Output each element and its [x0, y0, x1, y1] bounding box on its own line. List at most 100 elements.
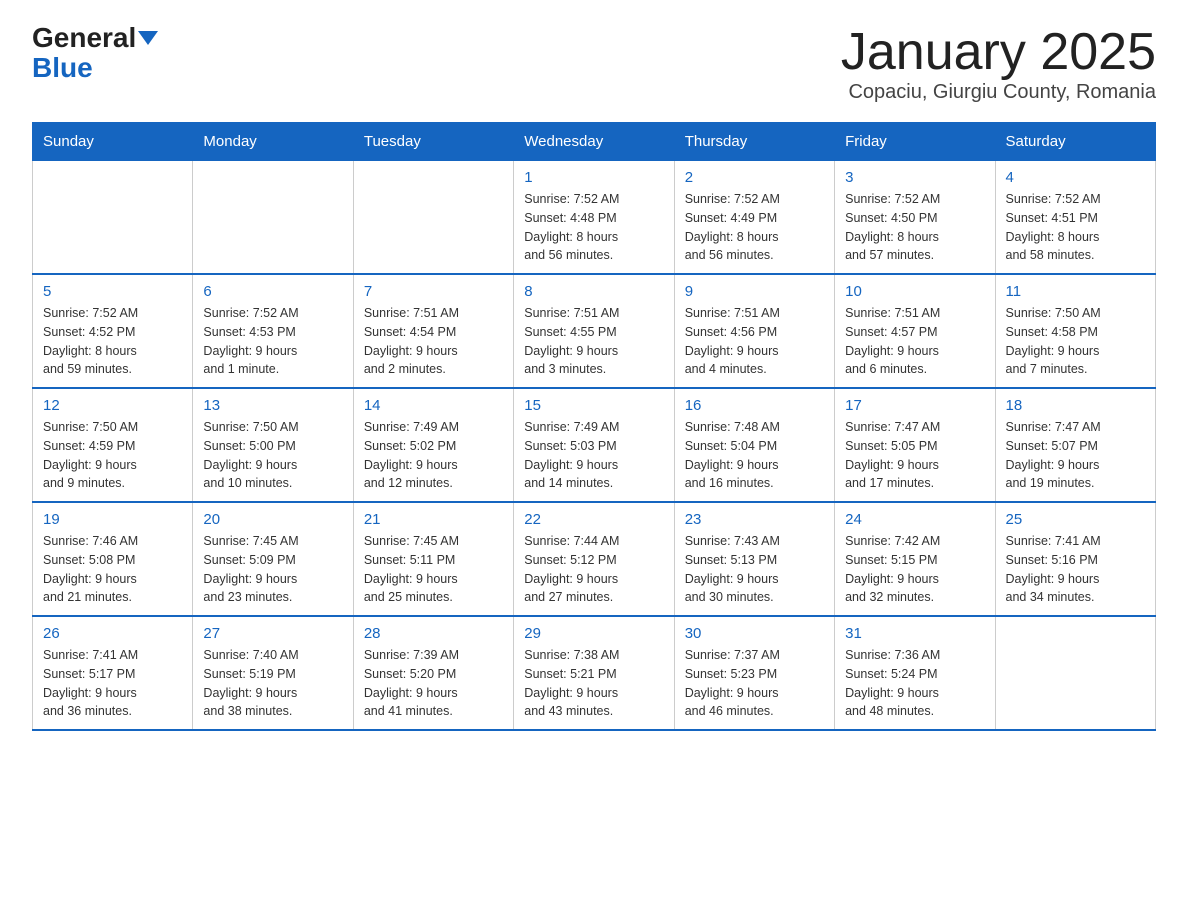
day-info: Sunrise: 7:52 AM Sunset: 4:50 PM Dayligh…: [845, 190, 984, 265]
page-subtitle: Copaciu, Giurgiu County, Romania: [841, 81, 1156, 104]
day-info: Sunrise: 7:50 AM Sunset: 4:59 PM Dayligh…: [43, 418, 182, 493]
calendar-table: SundayMondayTuesdayWednesdayThursdayFrid…: [32, 122, 1156, 731]
calendar-cell: 21 Sunrise: 7:45 AM Sunset: 5:11 PM Dayli…: [353, 502, 513, 616]
calendar-cell: 18 Sunrise: 7:47 AM Sunset: 5:07 PM Dayli…: [995, 388, 1155, 502]
day-number: 22: [524, 511, 663, 528]
calendar-cell: 30Sunrise: 7:37 AM Sunset: 5:23 PM Dayli…: [674, 616, 834, 730]
day-number: 17: [845, 397, 984, 414]
logo: General Blue: [32, 24, 158, 84]
logo-general-text: General: [32, 24, 136, 52]
calendar-cell: 15Sunrise: 7:49 AM Sunset: 5:03 PM Dayli…: [514, 388, 674, 502]
calendar-cell: 9 Sunrise: 7:51 AM Sunset: 4:56 PM Daylig…: [674, 274, 834, 388]
day-number: 13: [203, 397, 342, 414]
page-title: January 2025: [841, 24, 1156, 81]
day-info: Sunrise: 7:50 AM Sunset: 4:58 PM Dayligh…: [1006, 304, 1145, 379]
day-number: 26: [43, 625, 182, 642]
day-number: 21: [364, 511, 503, 528]
day-number: 24: [845, 511, 984, 528]
day-number: 28: [364, 625, 503, 642]
weekday-header: Tuesday: [353, 123, 513, 161]
day-number: 12: [43, 397, 182, 414]
day-number: 20: [203, 511, 342, 528]
day-number: 2: [685, 169, 824, 186]
calendar-cell: 25 Sunrise: 7:41 AM Sunset: 5:16 PM Dayli…: [995, 502, 1155, 616]
calendar-cell: [995, 616, 1155, 730]
calendar-cell: 27 Sunrise: 7:40 AM Sunset: 5:19 PM Dayli…: [193, 616, 353, 730]
day-number: 27: [203, 625, 342, 642]
calendar-cell: 3 Sunrise: 7:52 AM Sunset: 4:50 PM Daylig…: [835, 161, 995, 275]
weekday-header: Thursday: [674, 123, 834, 161]
calendar-cell: 4 Sunrise: 7:52 AM Sunset: 4:51 PM Daylig…: [995, 161, 1155, 275]
calendar-week-row: 26 Sunrise: 7:41 AM Sunset: 5:17 PM Dayli…: [33, 616, 1156, 730]
weekday-header: Sunday: [33, 123, 193, 161]
calendar-week-row: 1 Sunrise: 7:52 AM Sunset: 4:48 PM Daylig…: [33, 161, 1156, 275]
calendar-cell: 1 Sunrise: 7:52 AM Sunset: 4:48 PM Daylig…: [514, 161, 674, 275]
day-info: Sunrise: 7:47 AM Sunset: 5:07 PM Dayligh…: [1006, 418, 1145, 493]
day-number: 25: [1006, 511, 1145, 528]
day-info: Sunrise: 7:48 AM Sunset: 5:04 PM Dayligh…: [685, 418, 824, 493]
calendar-cell: 8 Sunrise: 7:51 AM Sunset: 4:55 PM Daylig…: [514, 274, 674, 388]
calendar-cell: 17Sunrise: 7:47 AM Sunset: 5:05 PM Dayli…: [835, 388, 995, 502]
day-number: 3: [845, 169, 984, 186]
day-info: Sunrise: 7:36 AM Sunset: 5:24 PM Dayligh…: [845, 646, 984, 721]
day-number: 1: [524, 169, 663, 186]
day-info: Sunrise: 7:52 AM Sunset: 4:48 PM Dayligh…: [524, 190, 663, 265]
calendar-cell: 14Sunrise: 7:49 AM Sunset: 5:02 PM Dayli…: [353, 388, 513, 502]
calendar-cell: 22Sunrise: 7:44 AM Sunset: 5:12 PM Dayli…: [514, 502, 674, 616]
day-number: 15: [524, 397, 663, 414]
calendar-cell: 29 Sunrise: 7:38 AM Sunset: 5:21 PM Dayli…: [514, 616, 674, 730]
day-info: Sunrise: 7:52 AM Sunset: 4:53 PM Dayligh…: [203, 304, 342, 379]
day-number: 7: [364, 283, 503, 300]
calendar-cell: 7 Sunrise: 7:51 AM Sunset: 4:54 PM Daylig…: [353, 274, 513, 388]
title-block: January 2025 Copaciu, Giurgiu County, Ro…: [841, 24, 1156, 104]
calendar-cell: 6 Sunrise: 7:52 AM Sunset: 4:53 PM Daylig…: [193, 274, 353, 388]
calendar-cell: 2Sunrise: 7:52 AM Sunset: 4:49 PM Daylig…: [674, 161, 834, 275]
day-info: Sunrise: 7:52 AM Sunset: 4:51 PM Dayligh…: [1006, 190, 1145, 265]
day-info: Sunrise: 7:50 AM Sunset: 5:00 PM Dayligh…: [203, 418, 342, 493]
calendar-cell: 31 Sunrise: 7:36 AM Sunset: 5:24 PM Dayli…: [835, 616, 995, 730]
calendar-header-row: SundayMondayTuesdayWednesdayThursdayFrid…: [33, 123, 1156, 161]
day-info: Sunrise: 7:46 AM Sunset: 5:08 PM Dayligh…: [43, 532, 182, 607]
calendar-cell: 13 Sunrise: 7:50 AM Sunset: 5:00 PM Dayli…: [193, 388, 353, 502]
logo-general-row: General: [32, 24, 158, 52]
day-info: Sunrise: 7:51 AM Sunset: 4:55 PM Dayligh…: [524, 304, 663, 379]
day-info: Sunrise: 7:41 AM Sunset: 5:17 PM Dayligh…: [43, 646, 182, 721]
day-number: 4: [1006, 169, 1145, 186]
calendar-week-row: 12 Sunrise: 7:50 AM Sunset: 4:59 PM Dayli…: [33, 388, 1156, 502]
day-number: 23: [685, 511, 824, 528]
calendar-cell: 10 Sunrise: 7:51 AM Sunset: 4:57 PM Dayli…: [835, 274, 995, 388]
day-info: Sunrise: 7:51 AM Sunset: 4:56 PM Dayligh…: [685, 304, 824, 379]
day-number: 16: [685, 397, 824, 414]
day-info: Sunrise: 7:51 AM Sunset: 4:54 PM Dayligh…: [364, 304, 503, 379]
calendar-cell: 11 Sunrise: 7:50 AM Sunset: 4:58 PM Dayli…: [995, 274, 1155, 388]
day-number: 29: [524, 625, 663, 642]
day-number: 8: [524, 283, 663, 300]
day-info: Sunrise: 7:40 AM Sunset: 5:19 PM Dayligh…: [203, 646, 342, 721]
day-number: 19: [43, 511, 182, 528]
day-info: Sunrise: 7:37 AM Sunset: 5:23 PM Dayligh…: [685, 646, 824, 721]
day-number: 5: [43, 283, 182, 300]
calendar-cell: 12 Sunrise: 7:50 AM Sunset: 4:59 PM Dayli…: [33, 388, 193, 502]
calendar-cell: [193, 161, 353, 275]
day-number: 11: [1006, 283, 1145, 300]
day-info: Sunrise: 7:51 AM Sunset: 4:57 PM Dayligh…: [845, 304, 984, 379]
weekday-header: Friday: [835, 123, 995, 161]
day-number: 18: [1006, 397, 1145, 414]
calendar-cell: 24Sunrise: 7:42 AM Sunset: 5:15 PM Dayli…: [835, 502, 995, 616]
day-number: 9: [685, 283, 824, 300]
weekday-header: Saturday: [995, 123, 1155, 161]
day-info: Sunrise: 7:45 AM Sunset: 5:11 PM Dayligh…: [364, 532, 503, 607]
day-info: Sunrise: 7:38 AM Sunset: 5:21 PM Dayligh…: [524, 646, 663, 721]
calendar-cell: 23Sunrise: 7:43 AM Sunset: 5:13 PM Dayli…: [674, 502, 834, 616]
calendar-cell: [353, 161, 513, 275]
day-number: 10: [845, 283, 984, 300]
logo-triangle-icon: [138, 31, 158, 45]
day-info: Sunrise: 7:41 AM Sunset: 5:16 PM Dayligh…: [1006, 532, 1145, 607]
day-number: 31: [845, 625, 984, 642]
calendar-cell: 28Sunrise: 7:39 AM Sunset: 5:20 PM Dayli…: [353, 616, 513, 730]
calendar-cell: [33, 161, 193, 275]
day-number: 6: [203, 283, 342, 300]
day-info: Sunrise: 7:52 AM Sunset: 4:52 PM Dayligh…: [43, 304, 182, 379]
logo-blue-text: Blue: [32, 52, 93, 84]
calendar-cell: 5 Sunrise: 7:52 AM Sunset: 4:52 PM Daylig…: [33, 274, 193, 388]
